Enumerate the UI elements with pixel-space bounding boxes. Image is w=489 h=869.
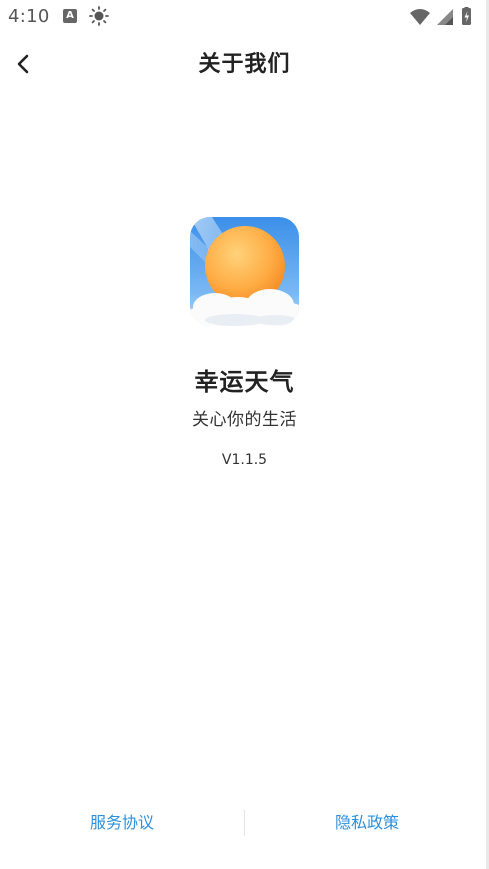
privacy-policy-link[interactable]: 隐私政策 xyxy=(245,806,489,840)
page-title: 关于我们 xyxy=(198,52,291,77)
app-version: V1.1.5 xyxy=(221,452,268,468)
app-name: 幸运天气 xyxy=(194,368,295,396)
wifi-icon xyxy=(410,9,430,25)
a-notification-icon: A xyxy=(63,9,77,23)
app-slogan: 关心你的生活 xyxy=(192,410,297,430)
app-logo xyxy=(190,217,299,326)
status-bar: 4:10 A xyxy=(0,0,489,34)
sun-cloud-icon xyxy=(190,217,299,326)
status-right-icons xyxy=(410,7,471,25)
footer-links: 服务协议 隐私政策 xyxy=(0,806,489,840)
service-agreement-link[interactable]: 服务协议 xyxy=(0,806,244,840)
sun-icon xyxy=(89,6,109,26)
status-time: 4:10 xyxy=(8,6,50,27)
app-header: 关于我们 xyxy=(0,34,489,90)
about-us-screen: 4:10 A 关于我们 幸运天气 关心你的生活 V1.1.5 服务协议 隐私政策 xyxy=(0,0,489,869)
